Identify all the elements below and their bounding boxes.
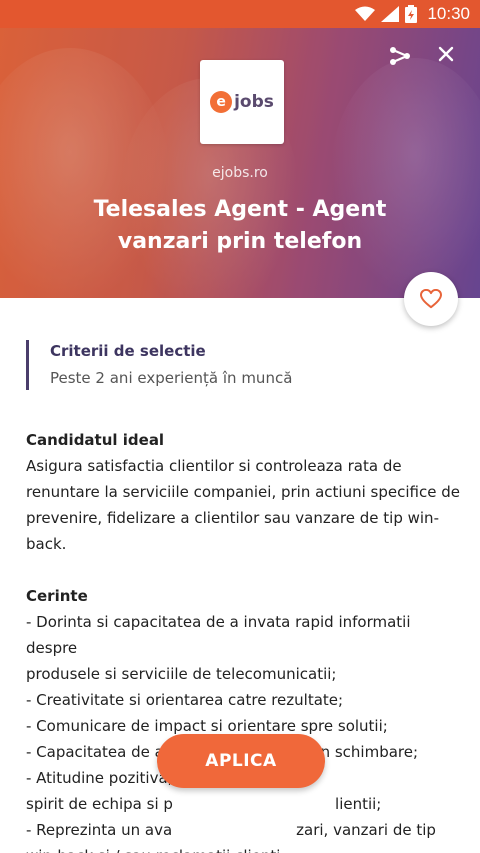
close-button[interactable] — [432, 40, 460, 68]
job-title: Telesales Agent - Agent vanzari prin tel… — [93, 197, 387, 254]
section-title: Candidatul ideal — [26, 431, 165, 449]
text-line: win-back si / sau reclamatii clienti. — [26, 843, 466, 853]
text-line: Asigura satisfactia clientilor si contro… — [26, 457, 402, 475]
text-line: prevenire, fidelizare a clientilor sau v… — [26, 509, 439, 553]
wifi-icon — [355, 6, 376, 21]
battery-icon — [405, 5, 418, 23]
logo-mark: e — [210, 91, 233, 113]
company-logo: e jobs — [200, 60, 284, 144]
criteria-title: Criterii de selectie — [50, 342, 206, 360]
text-line: renuntare la serviciile companiei, prin … — [26, 483, 460, 501]
text-line: produsele si serviciile de telecomunicat… — [26, 665, 337, 683]
share-button[interactable] — [386, 42, 414, 70]
favorite-button[interactable] — [404, 272, 458, 326]
close-icon — [438, 46, 454, 62]
heart-icon — [420, 289, 442, 309]
job-header: e jobs ejobs.ro Telesales Agent - Agent … — [0, 28, 480, 298]
status-bar: 10:30 — [0, 0, 480, 28]
logo-text: jobs — [234, 92, 274, 112]
text-line: spirit de echipa si p lientii; — [26, 795, 382, 813]
job-description: Candidatul ideal Asigura satisfactia cli… — [26, 427, 466, 853]
apply-button[interactable]: APLICA — [157, 734, 325, 788]
clock: 10:30 — [427, 4, 470, 23]
text-line: - Dorinta si capacitatea de a invata rap… — [26, 613, 411, 657]
section-title: Cerinte — [26, 587, 88, 605]
selection-criteria: Criterii de selectie Peste 2 ani experie… — [26, 340, 446, 390]
text-line: - Reprezinta un ava zari, vanzari de tip — [26, 821, 436, 839]
share-icon — [390, 47, 410, 65]
criteria-value: Peste 2 ani experiență în muncă — [50, 369, 293, 387]
signal-icon — [381, 6, 400, 22]
company-name: ejobs.ro — [212, 165, 268, 181]
text-line: - Creativitate si orientarea catre rezul… — [26, 691, 344, 709]
